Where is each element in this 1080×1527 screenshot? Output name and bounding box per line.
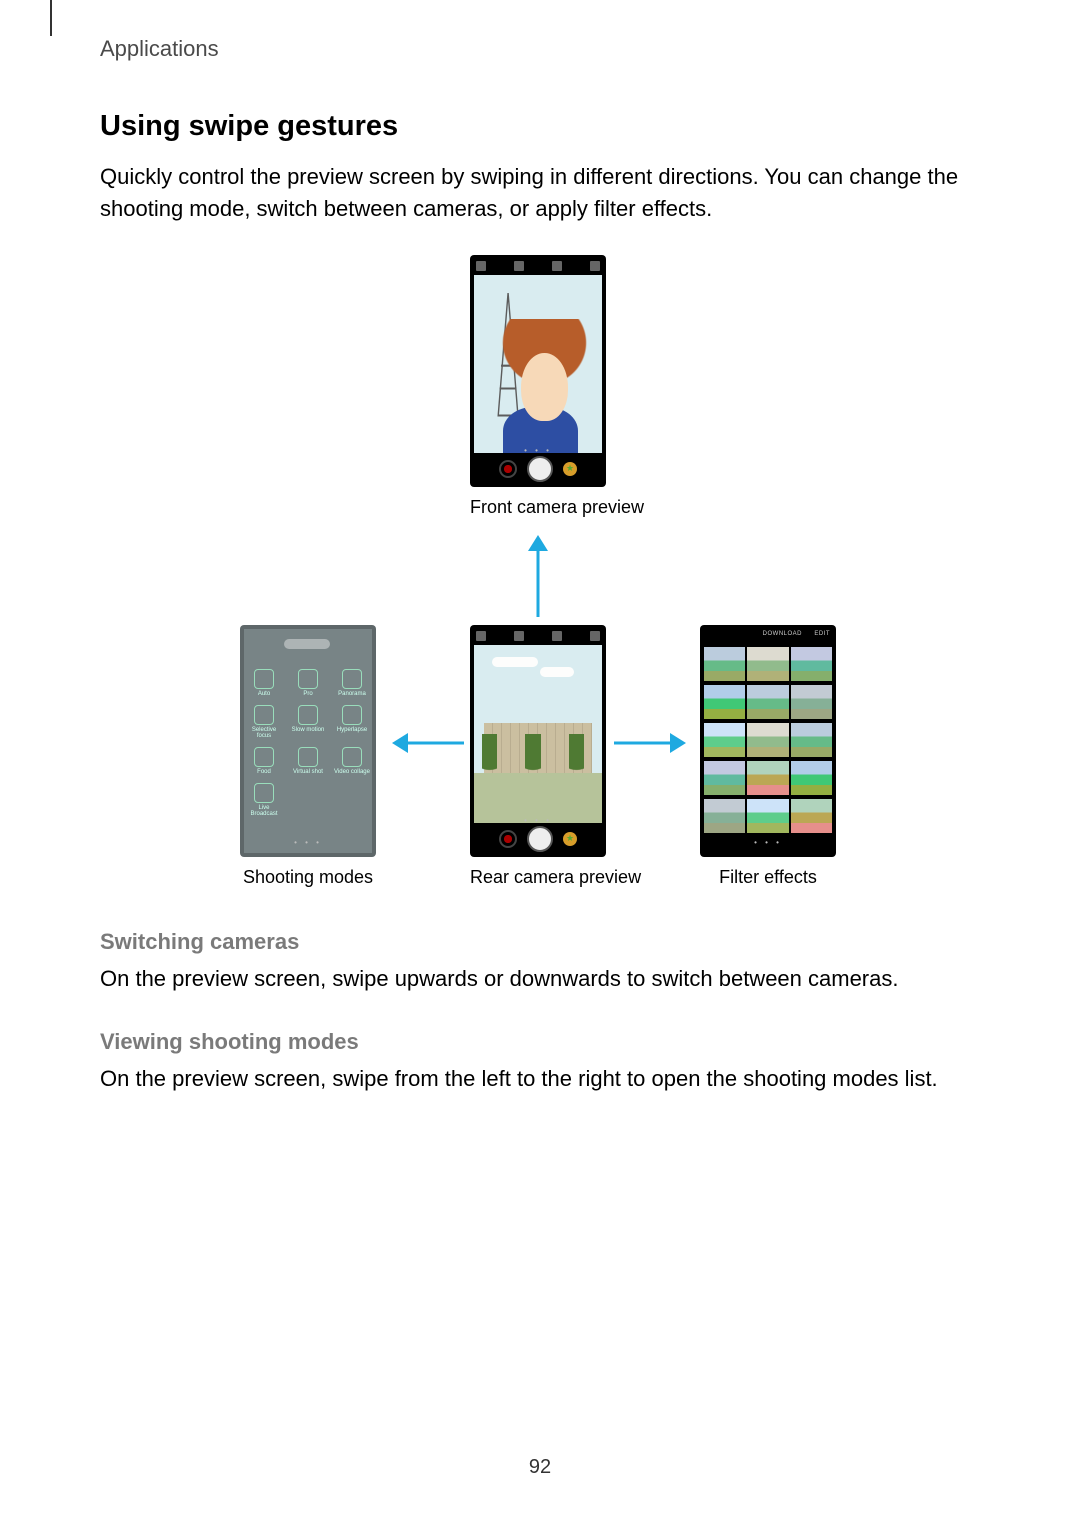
flash-icon <box>552 631 562 641</box>
gesture-diagram: • • • ★ Front camera preview DOWNLOAD ⋮ <box>160 255 920 895</box>
timer-icon <box>590 261 600 271</box>
mode-pro: Pro <box>290 669 326 697</box>
sub-heading-viewing-modes: Viewing shooting modes <box>100 1029 980 1055</box>
sub-body-switching: On the preview screen, swipe upwards or … <box>100 963 980 995</box>
filter-effects-thumb: DOWNLOAD EDIT • • • Filter effects <box>700 625 836 888</box>
modes-caption: Shooting modes <box>240 867 376 888</box>
phone-filters: DOWNLOAD EDIT • • • <box>700 625 836 857</box>
shooting-modes-thumb: DOWNLOAD ⋮ Auto Pro Panorama Selective f… <box>240 625 376 888</box>
download-label: DOWNLOAD <box>763 631 802 637</box>
mode-selective-focus: Selective focus <box>246 705 282 739</box>
arrow-right-icon <box>614 733 686 753</box>
breadcrumb: Applications <box>100 36 219 62</box>
filters-caption: Filter effects <box>700 867 836 888</box>
front-camera-thumb: • • • ★ Front camera preview <box>470 255 644 518</box>
flash-icon <box>552 261 562 271</box>
shutter-icon <box>527 456 553 482</box>
pager-dots: • • • <box>470 446 606 455</box>
rear-camera-thumb: • • • ★ Rear camera preview <box>470 625 641 888</box>
arrow-left-icon <box>392 733 464 753</box>
front-caption: Front camera preview <box>470 497 644 518</box>
mode-hyperlapse: Hyperlapse <box>334 705 370 739</box>
mode-video-collage: Video collage <box>334 747 370 775</box>
mode-slow-motion: Slow motion <box>290 705 326 739</box>
page-edge-mark <box>50 0 52 36</box>
page-number: 92 <box>0 1456 1080 1479</box>
pager-dots: • • • <box>470 816 606 825</box>
mode-panorama: Panorama <box>334 669 370 697</box>
pager-dots: • • • <box>240 838 376 847</box>
shutter-icon <box>527 826 553 852</box>
rear-caption: Rear camera preview <box>470 867 641 888</box>
ratio-icon <box>514 261 524 271</box>
edit-label: EDIT <box>814 631 830 637</box>
pager-dots: • • • <box>700 838 836 847</box>
mode-food: Food <box>246 747 282 775</box>
phone-rear: • • • ★ <box>470 625 606 857</box>
section-heading: Using swipe gestures <box>100 110 980 143</box>
record-icon <box>499 830 517 848</box>
selfie-face-illustration <box>500 310 590 452</box>
effects-icon: ★ <box>563 462 577 476</box>
record-icon <box>499 460 517 478</box>
sub-heading-switching: Switching cameras <box>100 929 980 955</box>
gear-icon <box>476 631 486 641</box>
hdr-icon <box>590 631 600 641</box>
modes-grid: Auto Pro Panorama Selective focus Slow m… <box>246 669 370 807</box>
intro-paragraph: Quickly control the preview screen by sw… <box>100 161 980 225</box>
mode-live-broadcast: Live Broadcast <box>246 783 282 817</box>
effects-icon: ★ <box>563 832 577 846</box>
gear-icon <box>476 261 486 271</box>
mode-virtual-shot: Virtual shot <box>290 747 326 775</box>
phone-modes: DOWNLOAD ⋮ Auto Pro Panorama Selective f… <box>240 625 376 857</box>
arrow-up-icon <box>528 535 548 617</box>
mode-auto: Auto <box>246 669 282 697</box>
sub-body-viewing-modes: On the preview screen, swipe from the le… <box>100 1063 980 1095</box>
ratio-icon <box>514 631 524 641</box>
phone-front: • • • ★ <box>470 255 606 487</box>
